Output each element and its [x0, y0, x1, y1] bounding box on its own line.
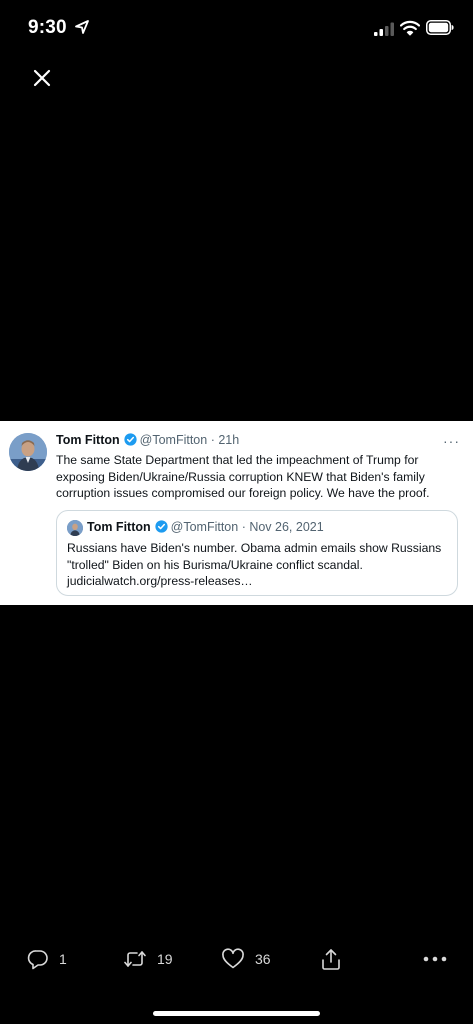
quoted-author-handle: @TomFitton: [170, 520, 239, 534]
status-time: 9:30: [28, 17, 67, 38]
like-button[interactable]: 36: [221, 942, 271, 976]
retweet-icon: [124, 951, 146, 967]
more-actions-button[interactable]: [423, 942, 447, 976]
author-handle[interactable]: @TomFitton: [140, 433, 208, 447]
verified-badge-icon: [155, 520, 168, 533]
reply-button[interactable]: 1: [27, 942, 67, 976]
action-bar: 1 19 36: [0, 942, 473, 976]
wifi-icon: [400, 20, 420, 36]
status-bar: 9:30: [0, 0, 473, 56]
avatar[interactable]: [9, 433, 47, 471]
location-arrow-icon: [75, 20, 89, 34]
reply-count: 1: [59, 951, 67, 967]
tweet-header: Tom Fitton @TomFitton · 21h: [56, 433, 239, 447]
avatar-image: [9, 433, 47, 471]
like-count: 36: [255, 951, 271, 967]
quoted-avatar: [67, 520, 83, 536]
more-options-icon[interactable]: ···: [443, 433, 460, 449]
home-indicator[interactable]: [153, 1011, 320, 1016]
ellipsis-icon: [423, 956, 447, 962]
cellular-signal-icon: [374, 22, 394, 36]
quoted-date: Nov 26, 2021: [249, 520, 324, 534]
tweet-card[interactable]: Tom Fitton @TomFitton · 21h ··· The same …: [0, 421, 473, 605]
quoted-author-name: Tom Fitton: [87, 520, 151, 534]
quoted-tweet[interactable]: Tom Fitton @TomFitton · Nov 26, 2021 Russ…: [56, 510, 458, 596]
separator: ·: [238, 520, 250, 534]
share-icon: [322, 949, 340, 970]
quoted-header: Tom Fitton @TomFitton · Nov 26, 2021: [87, 520, 324, 534]
author-name[interactable]: Tom Fitton: [56, 433, 120, 447]
close-icon[interactable]: [28, 64, 56, 92]
tweet-text: The same State Department that led the i…: [56, 453, 430, 500]
share-button[interactable]: [320, 942, 342, 976]
quoted-text: Russians have Biden's number. Obama admi…: [67, 541, 442, 588]
battery-icon: [426, 20, 454, 35]
retweet-count: 19: [157, 951, 173, 967]
heart-icon: [222, 948, 244, 969]
retweet-button[interactable]: 19: [123, 942, 173, 976]
separator: ·: [207, 433, 219, 447]
reply-icon: [27, 950, 48, 970]
quoted-avatar-image: [67, 520, 83, 536]
media-viewer: 9:30 Tom Fitton @TomFitton · 21h ··· The…: [0, 0, 473, 1024]
verified-badge-icon: [124, 433, 137, 446]
tweet-age[interactable]: 21h: [218, 433, 239, 447]
